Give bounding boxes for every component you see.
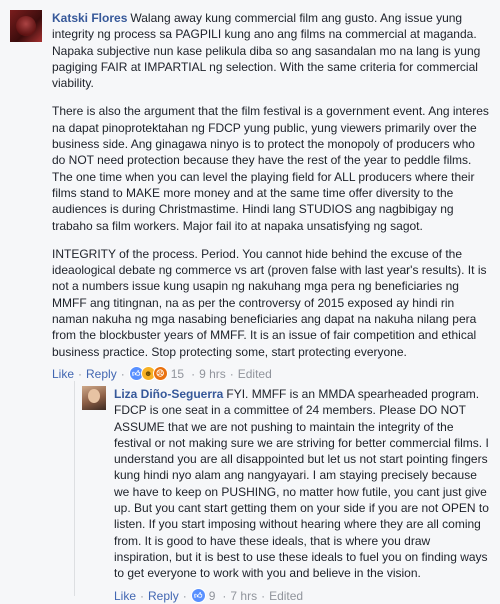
separator: · (78, 366, 83, 381)
separator: · (261, 588, 266, 603)
separator: · (182, 588, 187, 603)
angry-reaction-icon: ☹ (152, 366, 168, 382)
reactions-summary[interactable]: 👍︎ 9 (190, 588, 216, 604)
like-button[interactable]: Like (52, 366, 74, 382)
reply-button[interactable]: Reply (148, 588, 179, 604)
reply-thread-line (74, 381, 75, 596)
edited-label[interactable]: Edited (238, 366, 272, 382)
separator: · (222, 588, 227, 603)
reaction-count: 15 (170, 366, 185, 381)
avatar[interactable] (82, 386, 106, 410)
comment-paragraph: Liza Diño-Seguerra FYI. MMFF is an MMDA s… (114, 386, 490, 582)
avatar-face (88, 389, 100, 403)
timestamp[interactable]: 7 hrs (230, 588, 257, 604)
comment-body: Liza Diño-Seguerra FYI. MMFF is an MMDA s… (114, 386, 490, 604)
comment-actions: Like · Reply · 👍︎ ☻ ☹ 15 · 9 hrs · Edite… (52, 366, 490, 382)
separator: · (140, 588, 145, 603)
reactions-summary[interactable]: 👍︎ ☻ ☹ 15 (128, 366, 185, 382)
comment-author[interactable]: Katski Flores (52, 11, 127, 25)
comment-paragraph: There is also the argument that the film… (52, 104, 489, 233)
reply-button[interactable]: Reply (86, 366, 117, 382)
like-button[interactable]: Like (114, 588, 136, 604)
separator: · (229, 366, 234, 381)
comment-author[interactable]: Liza Diño-Seguerra (114, 387, 223, 401)
separator: · (120, 366, 125, 381)
comment-text: FYI. MMFF is an MMDA spearheaded program… (114, 387, 489, 581)
separator: · (191, 366, 196, 381)
comment-paragraph: INTEGRITY of the process. Period. You ca… (52, 246, 487, 359)
comment-paragraph: Katski Flores Walang away kung commercial… (52, 10, 490, 91)
avatar-logo (16, 16, 36, 36)
edited-label[interactable]: Edited (269, 588, 303, 604)
timestamp[interactable]: 9 hrs (199, 366, 226, 382)
comment-actions: Like · Reply · 👍︎ 9 · 7 hrs · Edited (114, 588, 490, 604)
like-reaction-icon: 👍︎ (190, 588, 206, 604)
reaction-count: 9 (208, 588, 216, 603)
avatar[interactable] (10, 10, 42, 42)
comment-body: Katski Flores Walang away kung commercial… (52, 10, 490, 382)
